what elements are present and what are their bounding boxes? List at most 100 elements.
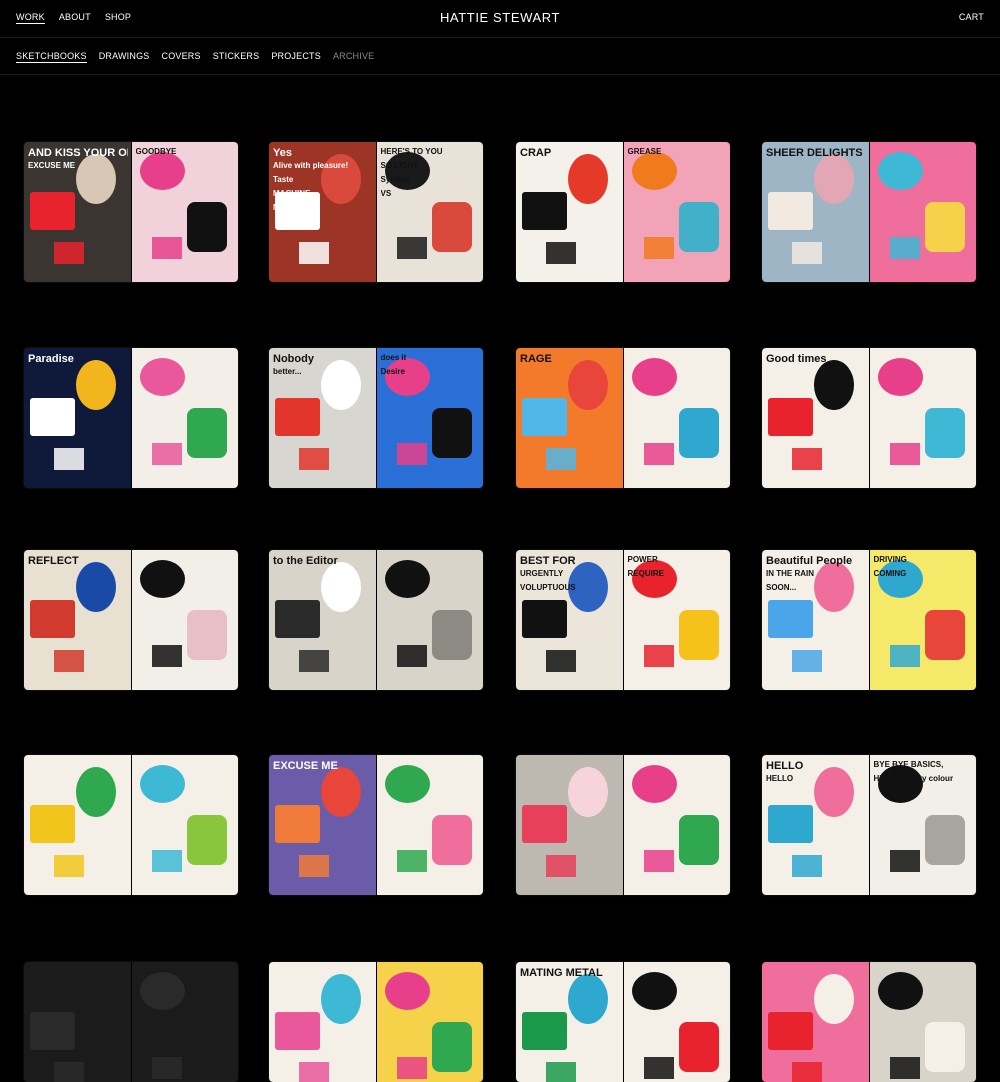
left-page: Yes Alive with pleasure! Taste MACHINE MAN [269, 142, 376, 282]
right-page: GREASE [623, 142, 730, 282]
sketchbook-thumbnail[interactable]: BEST FOR URGENTLY VOLUPTUOUS POWER REQUIRE [516, 550, 730, 690]
collage-block [877, 152, 923, 190]
collage-block [877, 560, 923, 598]
collage-block [877, 358, 923, 396]
right-page: does it Desire [376, 348, 483, 488]
collage-text: HELLO [766, 761, 804, 772]
collage-text: URGENTLY [520, 570, 564, 578]
site-title[interactable]: HATTIE STEWART [0, 10, 1000, 25]
sketchbook-thumbnail[interactable] [24, 755, 238, 895]
sketchbook-thumbnail[interactable]: Yes Alive with pleasure! Taste MACHINE MAN HE… [269, 142, 483, 282]
collage-block [522, 600, 567, 638]
collage-block [396, 850, 427, 872]
collage-block [139, 560, 185, 598]
collage-text: Paradise [28, 354, 74, 365]
collage-block [678, 202, 719, 252]
collage-block [643, 850, 674, 872]
collage-block [568, 154, 608, 204]
collage-block [678, 408, 719, 458]
collage-block [678, 610, 719, 660]
collage-block [54, 855, 84, 877]
collage-text: MATING METAL [520, 968, 603, 979]
collage-block [643, 1057, 674, 1079]
collage-block [768, 1012, 813, 1050]
collage-block [546, 242, 576, 264]
collage-text: Beautiful People [766, 556, 853, 567]
sketchbook-thumbnail[interactable]: HELLO HELLO BYE BYE BASICS, High intensity … [762, 755, 976, 895]
collage-block [139, 152, 185, 190]
collage-text: BEST FOR [520, 556, 576, 567]
collage-block [186, 610, 227, 660]
category-archive-link[interactable]: ARCHIVE [333, 51, 374, 63]
left-page [24, 962, 131, 1082]
collage-block [151, 645, 182, 667]
collage-block [814, 360, 854, 410]
category-projects-link[interactable]: PROJECTS [271, 51, 321, 63]
collage-text: MAN [273, 204, 292, 212]
sketchbook-thumbnail[interactable]: SHEER DELIGHTS [762, 142, 976, 282]
collage-block [384, 358, 430, 396]
sketchbook-thumbnail[interactable]: REFLECT [24, 550, 238, 690]
collage-block [275, 805, 320, 843]
collage-block [877, 972, 923, 1010]
collage-block [76, 767, 116, 817]
right-page [376, 755, 483, 895]
collage-block [546, 448, 576, 470]
collage-block [151, 443, 182, 465]
collage-block [384, 560, 430, 598]
sketchbook-thumbnail[interactable] [24, 962, 238, 1082]
right-page [869, 348, 976, 488]
collage-block [384, 765, 430, 803]
right-page [131, 962, 238, 1082]
sketchbook-thumbnail[interactable]: Nobody better... does it Desire [269, 348, 483, 488]
collage-block [924, 1022, 965, 1072]
sketchbook-thumbnail[interactable]: Beautiful People IN THE RAIN SOON... DRIVIN… [762, 550, 976, 690]
category-stickers-link[interactable]: STICKERS [213, 51, 260, 63]
sketchbook-thumbnail[interactable]: RAGE [516, 348, 730, 488]
collage-block [431, 408, 472, 458]
category-sketchbooks-link[interactable]: SKETCHBOOKS [16, 51, 87, 63]
collage-block [275, 600, 320, 638]
right-page [623, 962, 730, 1082]
collage-block [924, 815, 965, 865]
category-drawings-link[interactable]: DRAWINGS [99, 51, 150, 63]
sketchbook-thumbnail[interactable]: to the Editor [269, 550, 483, 690]
collage-block [54, 650, 84, 672]
cart-link[interactable]: CART [959, 12, 984, 22]
right-page [623, 755, 730, 895]
left-page: MATING METAL [516, 962, 623, 1082]
collage-block [924, 202, 965, 252]
category-nav: SKETCHBOOKS DRAWINGS COVERS STICKERS PRO… [16, 51, 374, 63]
sketchbook-thumbnail[interactable]: CRAP GREASE [516, 142, 730, 282]
sketchbook-thumbnail[interactable]: Paradise [24, 348, 238, 488]
sketchbook-thumbnail[interactable]: Good times [762, 348, 976, 488]
sketchbook-thumbnail[interactable]: AND KISS YOUR OLD EXCUSE ME GOODBYE [24, 142, 238, 282]
left-page: Nobody better... [269, 348, 376, 488]
collage-text: Yes [273, 148, 292, 159]
collage-block [431, 610, 472, 660]
sketchbook-thumbnail[interactable] [269, 962, 483, 1082]
collage-block [151, 237, 182, 259]
collage-block [299, 855, 329, 877]
right-page: GOODBYE [131, 142, 238, 282]
collage-block [814, 974, 854, 1024]
collage-text: GOODBYE [135, 148, 177, 156]
collage-block [814, 562, 854, 612]
collage-text: High intensity colour [873, 775, 954, 783]
sketchbook-thumbnail[interactable]: EXCUSE ME [269, 755, 483, 895]
sketchbook-thumbnail[interactable] [762, 962, 976, 1082]
collage-block [139, 765, 185, 803]
collage-text: COMING [873, 570, 907, 578]
collage-block [299, 1062, 329, 1082]
collage-block [768, 398, 813, 436]
collage-block [186, 408, 227, 458]
collage-block [889, 237, 920, 259]
collage-block [631, 560, 677, 598]
category-covers-link[interactable]: COVERS [162, 51, 201, 63]
sketchbook-thumbnail[interactable] [516, 755, 730, 895]
collage-block [30, 600, 75, 638]
left-page [516, 755, 623, 895]
collage-block [768, 600, 813, 638]
collage-text: VS [380, 190, 392, 198]
sketchbook-thumbnail[interactable]: MATING METAL [516, 962, 730, 1082]
